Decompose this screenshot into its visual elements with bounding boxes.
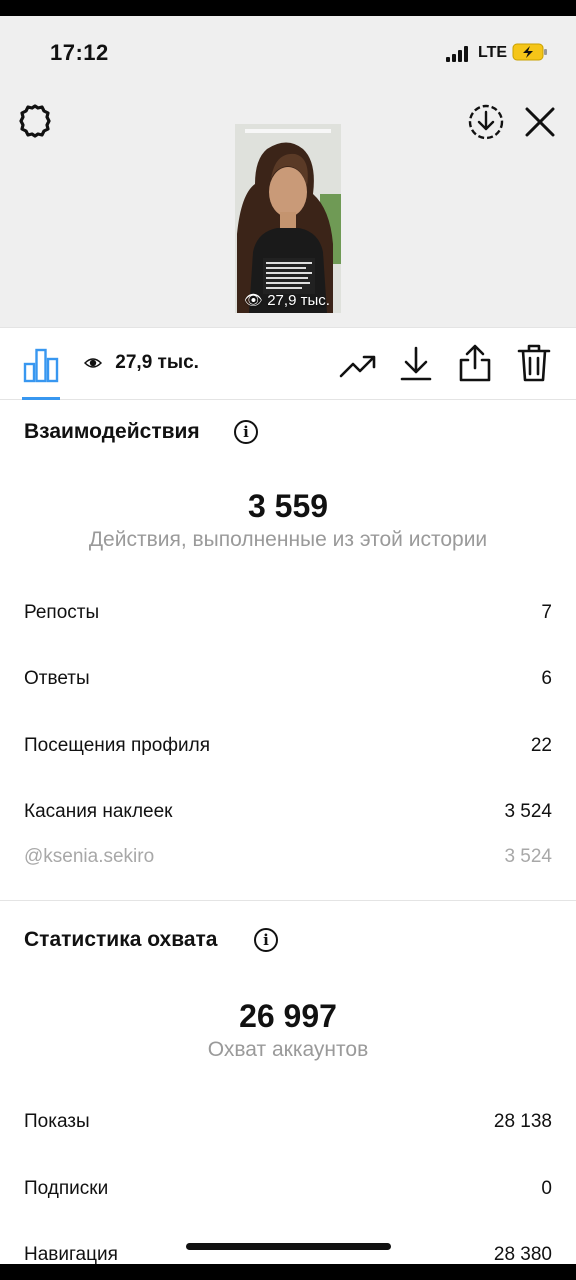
share-button[interactable]	[456, 342, 494, 384]
download-button[interactable]	[398, 344, 434, 384]
viewers-button[interactable]: 27,9 тыс.	[84, 352, 199, 374]
stat-label: Показы	[24, 1111, 90, 1132]
stat-value: 6	[541, 668, 552, 689]
stat-label: Касания наклеек	[24, 801, 173, 822]
signal-icon	[446, 46, 470, 62]
gear-icon	[19, 104, 51, 138]
stat-value: 3 524	[504, 801, 552, 822]
interactions-total-label: Действия, выполненные из этой истории	[88, 528, 488, 551]
bar-chart-icon	[23, 348, 59, 383]
story-insights-screen: 17:12 LTE 👁 27,9 тыс. 27,9 тыс. Взаимоде…	[0, 16, 576, 1264]
eye-icon: 👁	[244, 292, 264, 309]
story-views-value: 27,9 тыс.	[267, 292, 330, 309]
stat-value: 22	[530, 735, 552, 756]
stat-label: Ответы	[24, 668, 90, 689]
story-views-caption: 👁 27,9 тыс.	[244, 291, 330, 309]
stat-label: Навигация	[24, 1244, 118, 1264]
share-icon	[459, 344, 491, 382]
stat-label: Подписки	[24, 1178, 109, 1199]
status-time: 17:12	[50, 40, 109, 65]
save-story-button[interactable]	[466, 102, 506, 142]
interactions-title: Взаимодействия	[24, 420, 200, 443]
story-preview-image	[235, 124, 341, 313]
download-circle-icon	[468, 104, 504, 140]
close-button[interactable]	[522, 104, 558, 140]
views-count: 27,9 тыс.	[115, 352, 199, 373]
interactions-total: 3 559	[247, 488, 329, 524]
network-label: LTE	[478, 44, 508, 61]
tab-insights[interactable]	[22, 346, 60, 384]
trending-icon	[339, 355, 376, 378]
battery-icon	[512, 43, 547, 61]
promote-button[interactable]	[338, 348, 378, 382]
close-icon	[525, 107, 555, 137]
status-bar: 17:12 LTE	[0, 16, 576, 88]
stat-label: Посещения профиля	[24, 735, 210, 756]
info-icon[interactable]: i	[254, 928, 278, 952]
section-divider	[0, 900, 576, 901]
reach-title: Статистика охвата	[24, 928, 218, 951]
stat-value: 28 138	[493, 1111, 552, 1132]
delete-button[interactable]	[516, 342, 552, 384]
settings-button[interactable]	[16, 102, 54, 140]
story-header: 17:12 LTE 👁 27,9 тыс.	[0, 16, 576, 327]
download-icon	[400, 346, 432, 381]
stat-label: Репосты	[24, 602, 100, 623]
trash-icon	[517, 344, 551, 382]
sticker-value: 3 524	[504, 846, 552, 867]
insights-toolbar: 27,9 тыс.	[0, 327, 576, 400]
story-thumbnail[interactable]	[235, 124, 341, 313]
thumbnail-pointer	[278, 313, 298, 325]
home-indicator[interactable]	[186, 1243, 391, 1250]
eye-icon	[84, 358, 102, 368]
info-icon[interactable]: i	[234, 420, 258, 444]
stat-value: 28 380	[493, 1244, 552, 1264]
reach-total-label: Охват аккаунтов	[207, 1038, 369, 1061]
reach-total: 26 997	[239, 998, 337, 1034]
stat-value: 0	[541, 1178, 552, 1199]
stat-value: 7	[541, 602, 552, 623]
sticker-mention: @ksenia.sekiro	[24, 846, 155, 867]
active-tab-indicator	[22, 397, 60, 400]
